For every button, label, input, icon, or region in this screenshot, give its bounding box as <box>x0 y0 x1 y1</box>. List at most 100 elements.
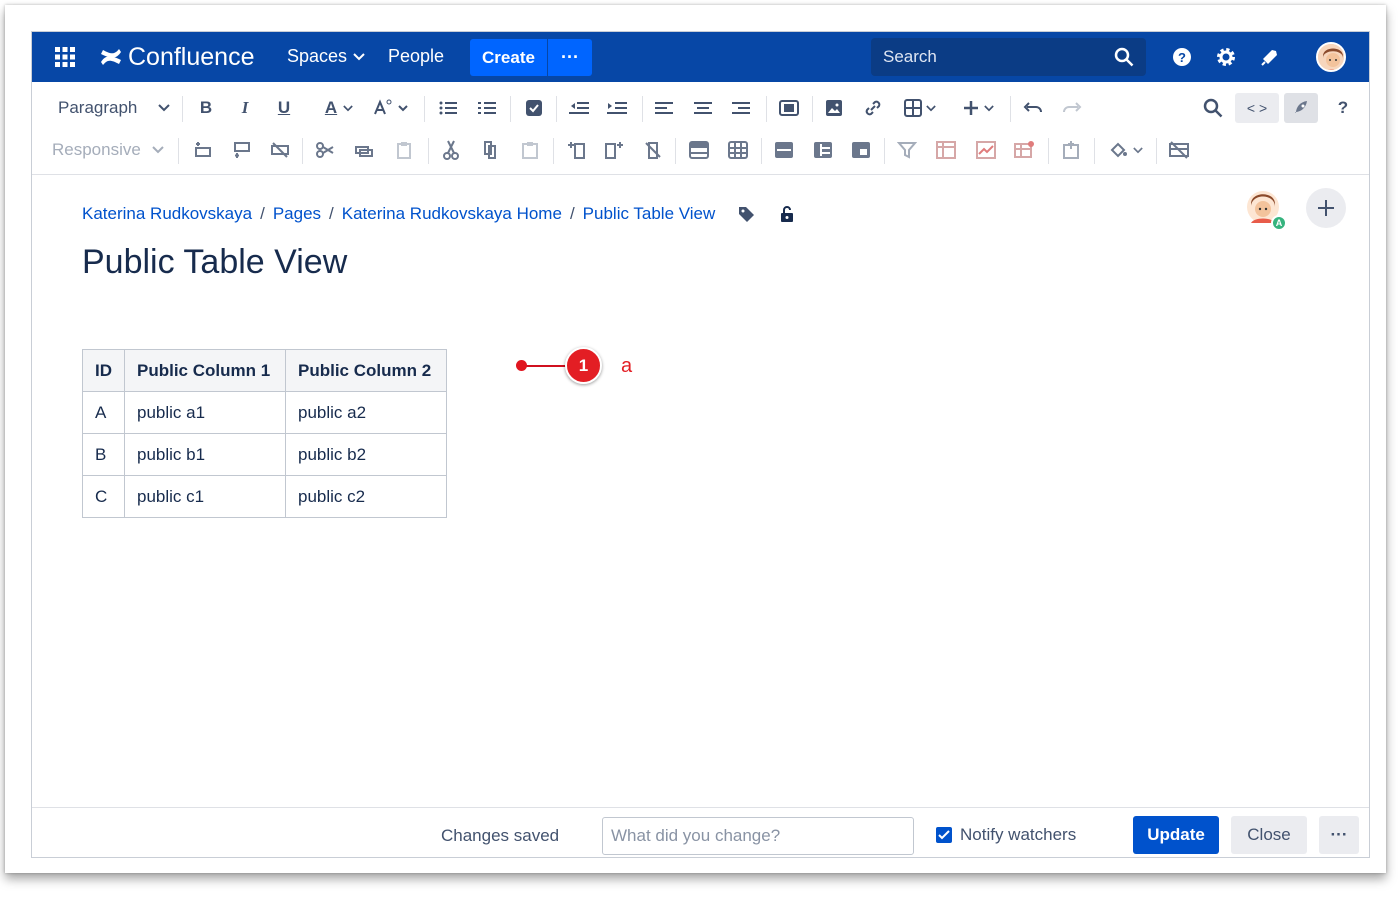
help-icon[interactable]: ? <box>1169 44 1195 70</box>
chevron-down-icon <box>353 52 365 60</box>
table-spreadsheet-icon[interactable] <box>1013 138 1035 162</box>
table-cell[interactable]: public c1 <box>124 475 286 518</box>
paste-row-icon[interactable] <box>393 138 415 162</box>
bold-button[interactable]: B <box>196 96 216 120</box>
table-responsive-dropdown[interactable]: Responsive <box>52 138 164 162</box>
cell-color-icon[interactable] <box>850 138 872 162</box>
undo-icon[interactable] <box>1022 96 1044 120</box>
user-avatar[interactable] <box>1316 42 1346 72</box>
change-comment-input[interactable] <box>602 817 914 855</box>
bullet-list-icon[interactable] <box>438 96 458 120</box>
table-cell[interactable]: public a1 <box>124 391 286 434</box>
table-cell[interactable]: public b2 <box>285 433 447 476</box>
search-input[interactable]: Search <box>871 38 1146 76</box>
paragraph-style-label: Paragraph <box>58 98 138 117</box>
search-icon[interactable] <box>1114 47 1134 67</box>
indent-icon[interactable] <box>606 96 628 120</box>
toolbar-divider <box>1048 138 1049 164</box>
task-checkbox-icon[interactable] <box>524 96 544 120</box>
toolbar-divider <box>884 138 885 164</box>
table-transformer-icon[interactable] <box>1060 138 1082 162</box>
breadcrumb-link-pages[interactable]: Pages <box>273 204 321 224</box>
label-tag-icon[interactable] <box>737 205 755 223</box>
unlock-restrictions-icon[interactable] <box>779 205 795 223</box>
paragraph-style-dropdown[interactable]: Paragraph <box>58 96 170 120</box>
table-cell[interactable]: public b1 <box>124 433 286 476</box>
breadcrumb-link-space[interactable]: Katerina Rudkovskaya <box>82 204 252 224</box>
toolbar-divider <box>556 96 557 122</box>
collaborator-avatar[interactable]: A <box>1245 189 1287 231</box>
table-cell[interactable]: C <box>82 475 125 518</box>
insert-more-dropdown[interactable] <box>958 96 998 120</box>
chevron-down-icon <box>152 146 164 154</box>
table-header-id[interactable]: ID <box>82 349 125 392</box>
column-header-icon[interactable] <box>812 138 834 162</box>
redo-icon[interactable] <box>1061 96 1083 120</box>
insert-link-icon[interactable] <box>862 96 884 120</box>
create-button[interactable]: Create <box>470 39 547 76</box>
table-grid-icon[interactable] <box>727 138 749 162</box>
more-options-button[interactable]: ··· <box>1319 816 1359 854</box>
breadcrumb-separator: / <box>569 204 575 223</box>
pivot-table-icon[interactable] <box>935 138 957 162</box>
insert-column-after-icon[interactable] <box>603 138 625 162</box>
italic-button[interactable]: I <box>235 96 255 120</box>
editor-help-button[interactable]: ? <box>1334 96 1352 120</box>
insert-row-above-icon[interactable] <box>192 138 214 162</box>
spaces-menu[interactable]: Spaces <box>287 46 365 67</box>
table-cell[interactable]: public a2 <box>285 391 447 434</box>
page-layout-icon[interactable] <box>778 96 800 120</box>
settings-gear-icon[interactable] <box>1213 44 1239 70</box>
remove-table-icon[interactable] <box>1168 138 1190 162</box>
breadcrumb-link-current[interactable]: Public Table View <box>583 204 716 224</box>
merge-cells-icon[interactable] <box>773 138 795 162</box>
checkbox-checked-icon[interactable] <box>936 827 952 843</box>
text-color-dropdown[interactable]: A <box>317 96 361 120</box>
close-button[interactable]: Close <box>1231 816 1307 854</box>
breadcrumb-link-home[interactable]: Katerina Rudkovskaya Home <box>342 204 562 224</box>
table-filter-icon[interactable] <box>896 138 918 162</box>
save-status-text: Changes saved <box>441 826 560 845</box>
page-title[interactable]: Public Table View <box>82 243 347 282</box>
align-right-icon[interactable] <box>731 96 751 120</box>
insert-image-icon[interactable] <box>824 96 844 120</box>
editor-toolbar-row-2: Responsive <box>32 130 1369 170</box>
add-collaborator-button[interactable] <box>1306 188 1346 228</box>
table-cell[interactable]: B <box>82 433 125 476</box>
row-header-icon[interactable] <box>688 138 710 162</box>
table-cell[interactable]: public c2 <box>285 475 447 518</box>
delete-column-icon[interactable] <box>642 138 664 162</box>
notifications-megaphone-icon[interactable] <box>1257 44 1283 70</box>
app-switcher-icon[interactable] <box>52 44 78 70</box>
rocket-icon[interactable] <box>1284 93 1318 123</box>
annotation-pointer-line <box>520 365 568 367</box>
table-cell[interactable]: A <box>82 391 125 434</box>
copy-column-icon[interactable] <box>479 138 501 162</box>
toolbar-divider <box>1010 96 1011 122</box>
confluence-logo[interactable]: Confluence <box>100 43 254 71</box>
find-replace-search-icon[interactable] <box>1202 96 1224 120</box>
insert-table-dropdown[interactable] <box>900 96 940 120</box>
notify-watchers-checkbox[interactable]: Notify watchers <box>936 825 1076 845</box>
underline-button[interactable]: U <box>274 96 294 120</box>
insert-column-before-icon[interactable] <box>566 138 588 162</box>
paste-column-icon[interactable] <box>519 138 541 162</box>
create-more-button[interactable]: ··· <box>548 39 592 76</box>
align-left-icon[interactable] <box>654 96 674 120</box>
chart-from-table-icon[interactable] <box>975 138 997 162</box>
source-editor-button[interactable]: < > <box>1235 93 1279 123</box>
cut-row-icon[interactable] <box>315 138 337 162</box>
table-header-col1[interactable]: Public Column 1 <box>124 349 286 392</box>
insert-row-below-icon[interactable] <box>231 138 253 162</box>
more-formatting-dropdown[interactable] <box>372 96 412 120</box>
numbered-list-icon[interactable] <box>477 96 497 120</box>
cut-column-icon[interactable] <box>440 138 462 162</box>
cell-fill-dropdown[interactable] <box>1104 138 1148 162</box>
people-link[interactable]: People <box>388 46 444 67</box>
align-center-icon[interactable] <box>693 96 713 120</box>
outdent-icon[interactable] <box>568 96 590 120</box>
copy-row-icon[interactable] <box>353 138 375 162</box>
update-button[interactable]: Update <box>1133 816 1219 854</box>
delete-row-icon[interactable] <box>269 138 291 162</box>
table-header-col2[interactable]: Public Column 2 <box>285 349 447 392</box>
